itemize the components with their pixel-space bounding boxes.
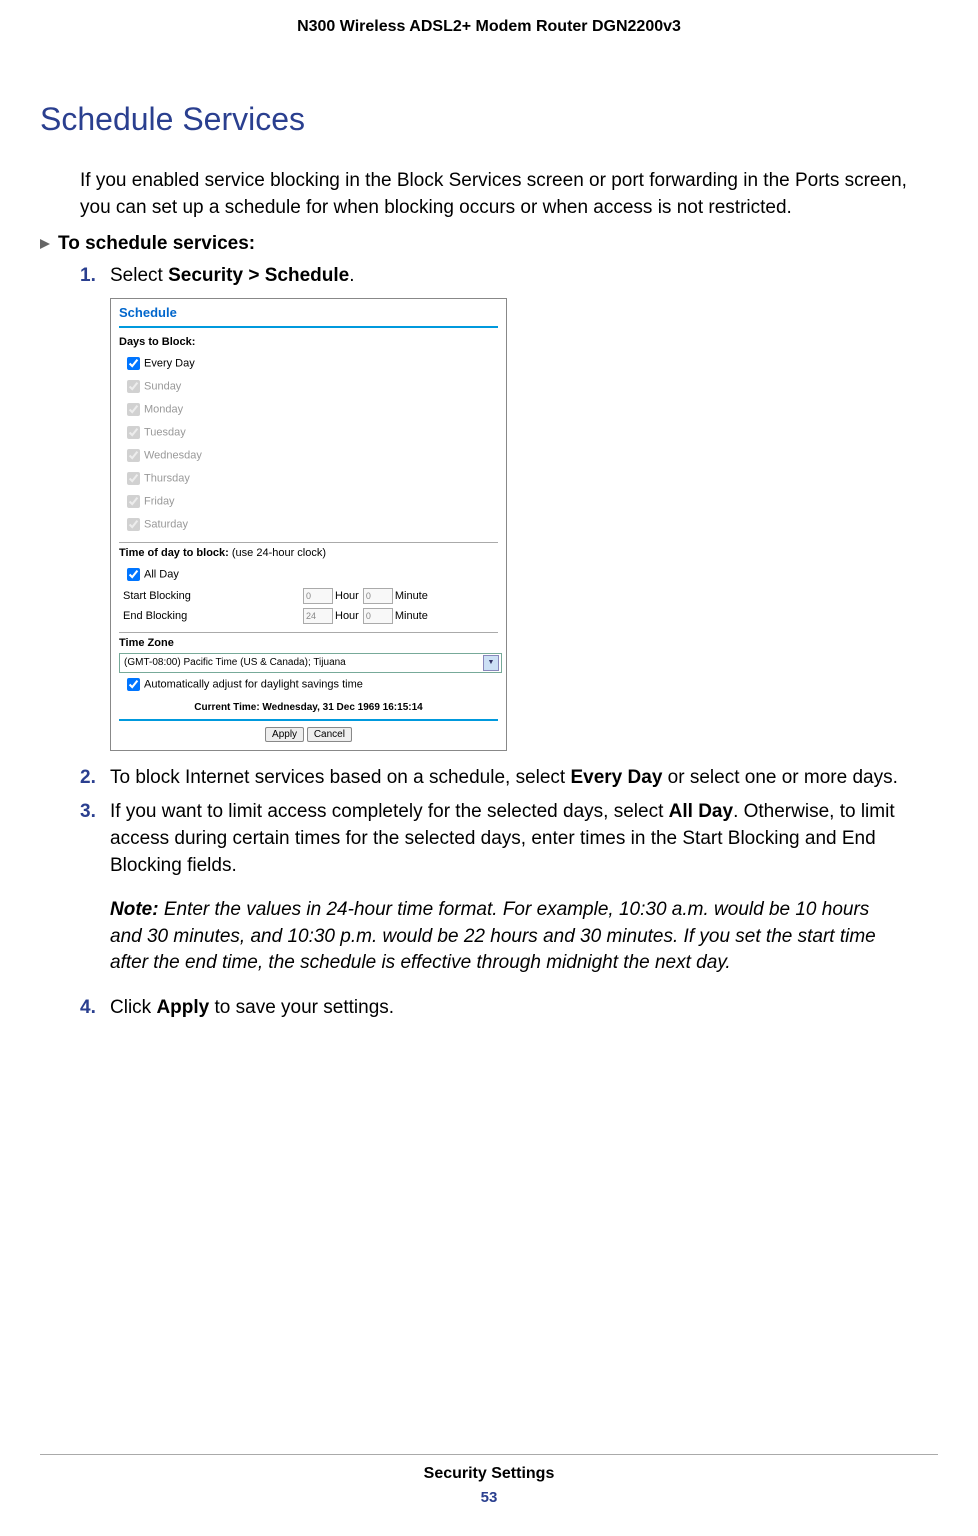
monday-checkbox[interactable] <box>127 403 140 416</box>
text-bold: All Day <box>669 801 733 822</box>
procedure-heading: To schedule services: <box>40 233 938 255</box>
tuesday-checkbox[interactable] <box>127 426 140 439</box>
text-part: to save your settings. <box>209 997 394 1018</box>
note-label: Note: <box>110 899 164 920</box>
step-text: Click Apply to save your settings. <box>110 995 938 1022</box>
apply-button[interactable]: Apply <box>265 727 304 742</box>
checkbox-label: Thursday <box>144 472 190 484</box>
saturday-checkbox[interactable] <box>127 518 140 531</box>
procedure-title-text: To schedule services: <box>58 233 255 254</box>
sunday-row[interactable]: Sunday <box>119 375 498 398</box>
checkbox-label: Friday <box>144 495 175 507</box>
timezone-label: Time Zone <box>119 637 498 649</box>
ss-divider <box>119 326 498 328</box>
note-block: Note: Enter the values in 24-hour time f… <box>110 897 898 977</box>
thursday-checkbox[interactable] <box>127 472 140 485</box>
text-bold: Every Day <box>570 767 662 788</box>
arrow-icon <box>40 233 50 243</box>
end-minute-input[interactable] <box>363 608 393 624</box>
end-blocking-label: End Blocking <box>123 610 303 622</box>
text-part: If you want to limit access completely f… <box>110 801 669 822</box>
end-blocking-row: End Blocking Hour Minute <box>119 606 498 626</box>
checkbox-label: Monday <box>144 403 183 415</box>
step-3: 3. If you want to limit access completel… <box>80 799 938 879</box>
ss-title: Schedule <box>111 299 506 324</box>
step-number: 3. <box>80 799 110 879</box>
friday-row[interactable]: Friday <box>119 490 498 513</box>
checkbox-label: Tuesday <box>144 426 186 438</box>
text-bold: Apply <box>156 997 209 1018</box>
step-2: 2. To block Internet services based on a… <box>80 765 938 792</box>
checkbox-label: Every Day <box>144 357 195 369</box>
checkbox-label: All Day <box>144 568 179 580</box>
step-number: 2. <box>80 765 110 792</box>
start-hour-input[interactable] <box>303 588 333 604</box>
section-heading: Schedule Services <box>40 101 938 138</box>
dst-row[interactable]: Automatically adjust for daylight saving… <box>119 673 498 696</box>
checkbox-label: Wednesday <box>144 449 202 461</box>
end-hour-input[interactable] <box>303 608 333 624</box>
text-part: Click <box>110 997 156 1018</box>
ss-divider <box>119 632 498 633</box>
footer-divider <box>40 1454 938 1455</box>
start-minute-input[interactable] <box>363 588 393 604</box>
saturday-row[interactable]: Saturday <box>119 513 498 536</box>
text-part: To block Internet services based on a sc… <box>110 767 570 788</box>
thursday-row[interactable]: Thursday <box>119 467 498 490</box>
dst-checkbox[interactable] <box>127 678 140 691</box>
step-number: 4. <box>80 995 110 1022</box>
note-text: Enter the values in 24-hour time format.… <box>110 899 876 973</box>
text-part: Select <box>110 265 168 286</box>
step-text: If you want to limit access completely f… <box>110 799 938 879</box>
all-day-checkbox[interactable] <box>127 568 140 581</box>
select-value: (GMT-08:00) Pacific Time (US & Canada); … <box>124 657 346 668</box>
every-day-checkbox[interactable] <box>127 357 140 370</box>
cancel-button[interactable]: Cancel <box>307 727 352 742</box>
sunday-checkbox[interactable] <box>127 380 140 393</box>
step-number: 1. <box>80 263 110 290</box>
footer-page-number: 53 <box>0 1489 978 1506</box>
footer-chapter: Security Settings <box>0 1465 978 1483</box>
minute-label: Minute <box>395 590 428 602</box>
every-day-row[interactable]: Every Day <box>119 352 498 375</box>
text-bold: Security > Schedule <box>168 265 349 286</box>
chevron-down-icon: ▼ <box>483 655 499 671</box>
monday-row[interactable]: Monday <box>119 398 498 421</box>
ss-divider <box>119 542 498 543</box>
wednesday-row[interactable]: Wednesday <box>119 444 498 467</box>
wednesday-checkbox[interactable] <box>127 449 140 462</box>
intro-paragraph: If you enabled service blocking in the B… <box>80 168 938 221</box>
friday-checkbox[interactable] <box>127 495 140 508</box>
page-header-title: N300 Wireless ADSL2+ Modem Router DGN220… <box>40 0 938 46</box>
page-footer: Security Settings 53 <box>0 1454 978 1506</box>
step-text: Select Security > Schedule. <box>110 263 938 290</box>
hour-label: Hour <box>335 610 359 622</box>
timezone-select[interactable]: (GMT-08:00) Pacific Time (US & Canada); … <box>119 653 502 673</box>
checkbox-label: Automatically adjust for daylight saving… <box>144 678 363 690</box>
text-part: or select one or more days. <box>662 767 898 788</box>
time-of-day-label: Time of day to block: (use 24-hour clock… <box>119 547 498 559</box>
start-blocking-label: Start Blocking <box>123 590 303 602</box>
tuesday-row[interactable]: Tuesday <box>119 421 498 444</box>
label-note: (use 24-hour clock) <box>232 547 326 559</box>
ss-divider <box>119 719 498 721</box>
current-time: Current Time: Wednesday, 31 Dec 1969 16:… <box>119 696 498 719</box>
label-text: Time of day to block: <box>119 547 232 559</box>
minute-label: Minute <box>395 610 428 622</box>
days-to-block-label: Days to Block: <box>119 336 498 348</box>
schedule-screenshot: Schedule Days to Block: Every Day Sunday… <box>110 298 507 751</box>
hour-label: Hour <box>335 590 359 602</box>
checkbox-label: Saturday <box>144 518 188 530</box>
step-1: 1. Select Security > Schedule. <box>80 263 938 290</box>
text-part: . <box>349 265 354 286</box>
all-day-row[interactable]: All Day <box>119 563 498 586</box>
start-blocking-row: Start Blocking Hour Minute <box>119 586 498 606</box>
step-text: To block Internet services based on a sc… <box>110 765 938 792</box>
checkbox-label: Sunday <box>144 380 181 392</box>
step-4: 4. Click Apply to save your settings. <box>80 995 938 1022</box>
